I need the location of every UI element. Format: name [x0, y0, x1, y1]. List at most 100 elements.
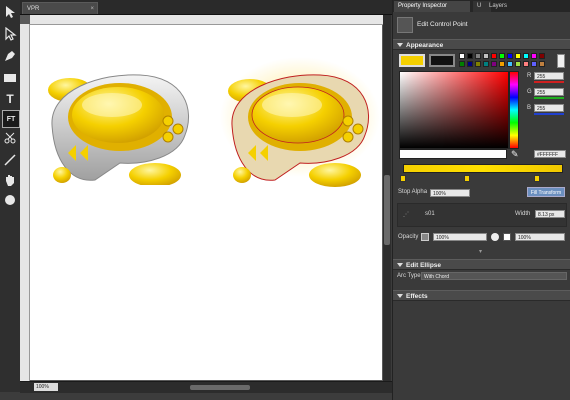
appearance-section-header[interactable]: Appearance — [393, 39, 570, 50]
palette-swatch[interactable] — [491, 53, 497, 59]
zoom-field[interactable]: 100% — [34, 383, 58, 391]
opacity-radio-icon[interactable] — [491, 233, 499, 241]
palette-swatch[interactable] — [515, 61, 521, 67]
control-point-icon — [397, 17, 413, 33]
free-transform-tool-icon[interactable]: FT — [2, 110, 20, 128]
tab-property-inspector[interactable]: Property Inspector — [394, 1, 470, 12]
pen-tool-icon[interactable] — [2, 48, 18, 64]
knife-tool-icon[interactable] — [2, 130, 18, 146]
zoom-tool-icon[interactable] — [2, 192, 18, 208]
rectangle-tool-icon[interactable] — [2, 70, 18, 86]
palette-swatch[interactable] — [539, 53, 545, 59]
palette-swatch[interactable] — [459, 53, 465, 59]
horizontal-scroll-thumb[interactable] — [190, 385, 250, 390]
color-palette[interactable] — [459, 53, 559, 69]
g-slider[interactable] — [534, 97, 564, 99]
close-icon[interactable]: × — [90, 3, 94, 15]
opacity-field[interactable]: 100% — [433, 233, 487, 241]
pointer-tool-icon[interactable] — [2, 4, 18, 20]
gradient-stop-1[interactable] — [400, 175, 406, 182]
g-field[interactable]: 255 — [534, 88, 564, 96]
fill-swatch[interactable] — [399, 54, 425, 67]
opacity-field-2[interactable]: 100% — [515, 233, 565, 241]
opacity-mode-icon[interactable] — [421, 233, 429, 241]
horizontal-ruler — [30, 15, 384, 25]
arc-type-value: With Chord — [424, 274, 450, 280]
tools-panel: T FT — [0, 0, 21, 392]
width-field[interactable]: 8.13 px — [535, 210, 565, 218]
arc-type-label: Arc Type — [397, 273, 421, 279]
hex-field[interactable]: #FFFFFF — [534, 150, 566, 158]
palette-swatch[interactable] — [515, 53, 521, 59]
palette-swatch[interactable] — [491, 61, 497, 67]
collapse-triangle-icon — [397, 263, 403, 268]
eyedropper-icon[interactable]: ✎ — [511, 149, 521, 159]
text-tool-icon[interactable]: T — [2, 91, 18, 107]
palette-swatch[interactable] — [507, 53, 513, 59]
palette-swatch[interactable] — [483, 61, 489, 67]
property-inspector-panel: Property Inspector U Layers Edit Control… — [392, 0, 570, 400]
vertical-scroll-thumb[interactable] — [384, 175, 390, 245]
status-bar: 100% — [20, 381, 392, 393]
palette-swatch[interactable] — [467, 53, 473, 59]
palette-swatch[interactable] — [499, 61, 505, 67]
mask-icon[interactable] — [503, 233, 511, 241]
palette-swatch[interactable] — [507, 61, 513, 67]
b-label: B — [527, 105, 532, 111]
document-canvas[interactable] — [30, 25, 382, 380]
collapse-triangle-icon — [397, 43, 403, 48]
effects-title: Effects — [406, 293, 428, 300]
stroke-name: s01 — [425, 211, 435, 217]
palette-swatch[interactable] — [499, 53, 505, 59]
edit-ellipse-title: Edit Ellipse — [406, 262, 442, 269]
document-tab-bar: VPR × — [20, 0, 392, 15]
gradient-bar[interactable] — [403, 164, 563, 173]
palette-swatch[interactable] — [483, 53, 489, 59]
line-tool-icon[interactable] — [2, 152, 18, 168]
palette-swatch[interactable] — [523, 61, 529, 67]
g-label: G — [527, 89, 532, 95]
palette-swatch[interactable] — [459, 61, 465, 67]
effects-section-header[interactable]: Effects — [393, 290, 570, 301]
opacity-label: Opacity — [398, 234, 419, 240]
stroke-drag-icon: ⋰ — [403, 212, 409, 218]
r-field[interactable]: 255 — [534, 72, 564, 80]
r-label: R — [527, 73, 532, 79]
panel-tabs: Property Inspector U Layers — [393, 0, 570, 12]
palette-swatch[interactable] — [467, 61, 473, 67]
arc-type-select[interactable]: With Chord — [421, 272, 567, 280]
tab-layers[interactable]: Layers — [485, 1, 511, 12]
stop-alpha-field[interactable]: 100% — [430, 189, 470, 197]
artwork-selected[interactable] — [212, 53, 382, 193]
vertical-ruler — [20, 24, 30, 381]
color-field[interactable] — [399, 71, 509, 149]
hue-slider[interactable] — [509, 71, 519, 149]
white-swatch[interactable] — [557, 54, 565, 68]
palette-swatch[interactable] — [475, 61, 481, 67]
collapse-triangle-icon — [397, 294, 403, 299]
edit-ellipse-section-header[interactable]: Edit Ellipse — [393, 259, 570, 270]
subselect-tool-icon[interactable] — [2, 26, 18, 42]
panel-header-title: Edit Control Point — [417, 21, 468, 28]
stop-alpha-label: Stop Alpha — [398, 189, 428, 195]
document-tab[interactable]: VPR × — [22, 2, 98, 14]
palette-swatch[interactable] — [523, 53, 529, 59]
gradient-stop-3[interactable] — [534, 175, 540, 182]
r-slider[interactable] — [534, 81, 564, 83]
chevron-down-icon[interactable]: ▾ — [479, 248, 482, 255]
color-preview — [399, 149, 507, 159]
palette-swatch[interactable] — [531, 53, 537, 59]
fill-transform-button[interactable]: Fill Transform — [527, 187, 565, 197]
hand-tool-icon[interactable] — [2, 172, 18, 188]
b-slider[interactable] — [534, 113, 564, 115]
palette-swatch[interactable] — [475, 53, 481, 59]
vertical-scrollbar[interactable] — [383, 15, 391, 381]
b-field[interactable]: 255 — [534, 104, 564, 112]
palette-swatch[interactable] — [531, 61, 537, 67]
document-tab-title: VPR — [27, 6, 40, 12]
gradient-stop-2[interactable] — [464, 175, 470, 182]
width-label: Width — [515, 211, 531, 217]
stroke-swatch[interactable] — [429, 54, 455, 67]
artwork-flat[interactable] — [40, 65, 200, 185]
palette-swatch[interactable] — [539, 61, 545, 67]
